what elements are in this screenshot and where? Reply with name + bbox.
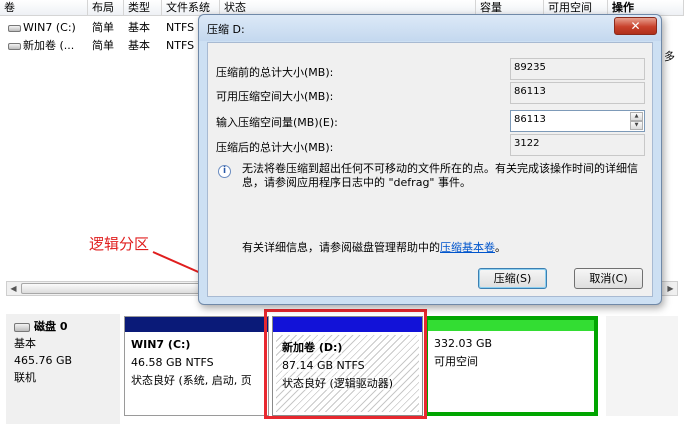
shrink-button[interactable]: 压缩(S) [478, 268, 547, 289]
shrink-amount-value: 86113 [514, 114, 546, 125]
total-before-value: 89235 [510, 58, 645, 80]
dialog-title: 压缩 D: [207, 23, 245, 36]
dialog-body: 压缩前的总计大小(MB): 89235 可用压缩空间大小(MB): 86113 … [207, 42, 653, 297]
help-suffix: 。 [495, 241, 506, 254]
info-message: 无法将卷压缩到超出任何不可移动的文件所在的点。有关完成该操作时间的详细信息，请参… [242, 162, 638, 189]
cancel-button[interactable]: 取消(C) [574, 268, 643, 289]
shrink-amount-label: 输入压缩空间量(MB)(E): [216, 116, 338, 129]
available-space-label: 可用压缩空间大小(MB): [216, 90, 334, 103]
shrink-amount-input[interactable]: 86113 ▲ ▼ [510, 110, 645, 132]
close-icon[interactable]: ✕ [614, 17, 657, 35]
spin-down-icon[interactable]: ▼ [630, 121, 643, 130]
help-text: 有关详细信息，请参阅磁盘管理帮助中的压缩基本卷。 [242, 239, 506, 255]
total-after-label: 压缩后的总计大小(MB): [216, 141, 334, 154]
help-link[interactable]: 压缩基本卷 [440, 241, 495, 254]
dialog-titlebar[interactable]: 压缩 D: ✕ [199, 15, 661, 41]
total-before-label: 压缩前的总计大小(MB): [216, 66, 334, 79]
info-icon: i [218, 165, 231, 178]
shrink-dialog: 压缩 D: ✕ 压缩前的总计大小(MB): 89235 可用压缩空间大小(MB)… [198, 14, 662, 305]
spin-up-icon[interactable]: ▲ [630, 112, 643, 121]
help-prefix: 有关详细信息，请参阅磁盘管理帮助中的 [242, 241, 440, 254]
total-after-value: 3122 [510, 134, 645, 156]
available-space-value: 86113 [510, 82, 645, 104]
